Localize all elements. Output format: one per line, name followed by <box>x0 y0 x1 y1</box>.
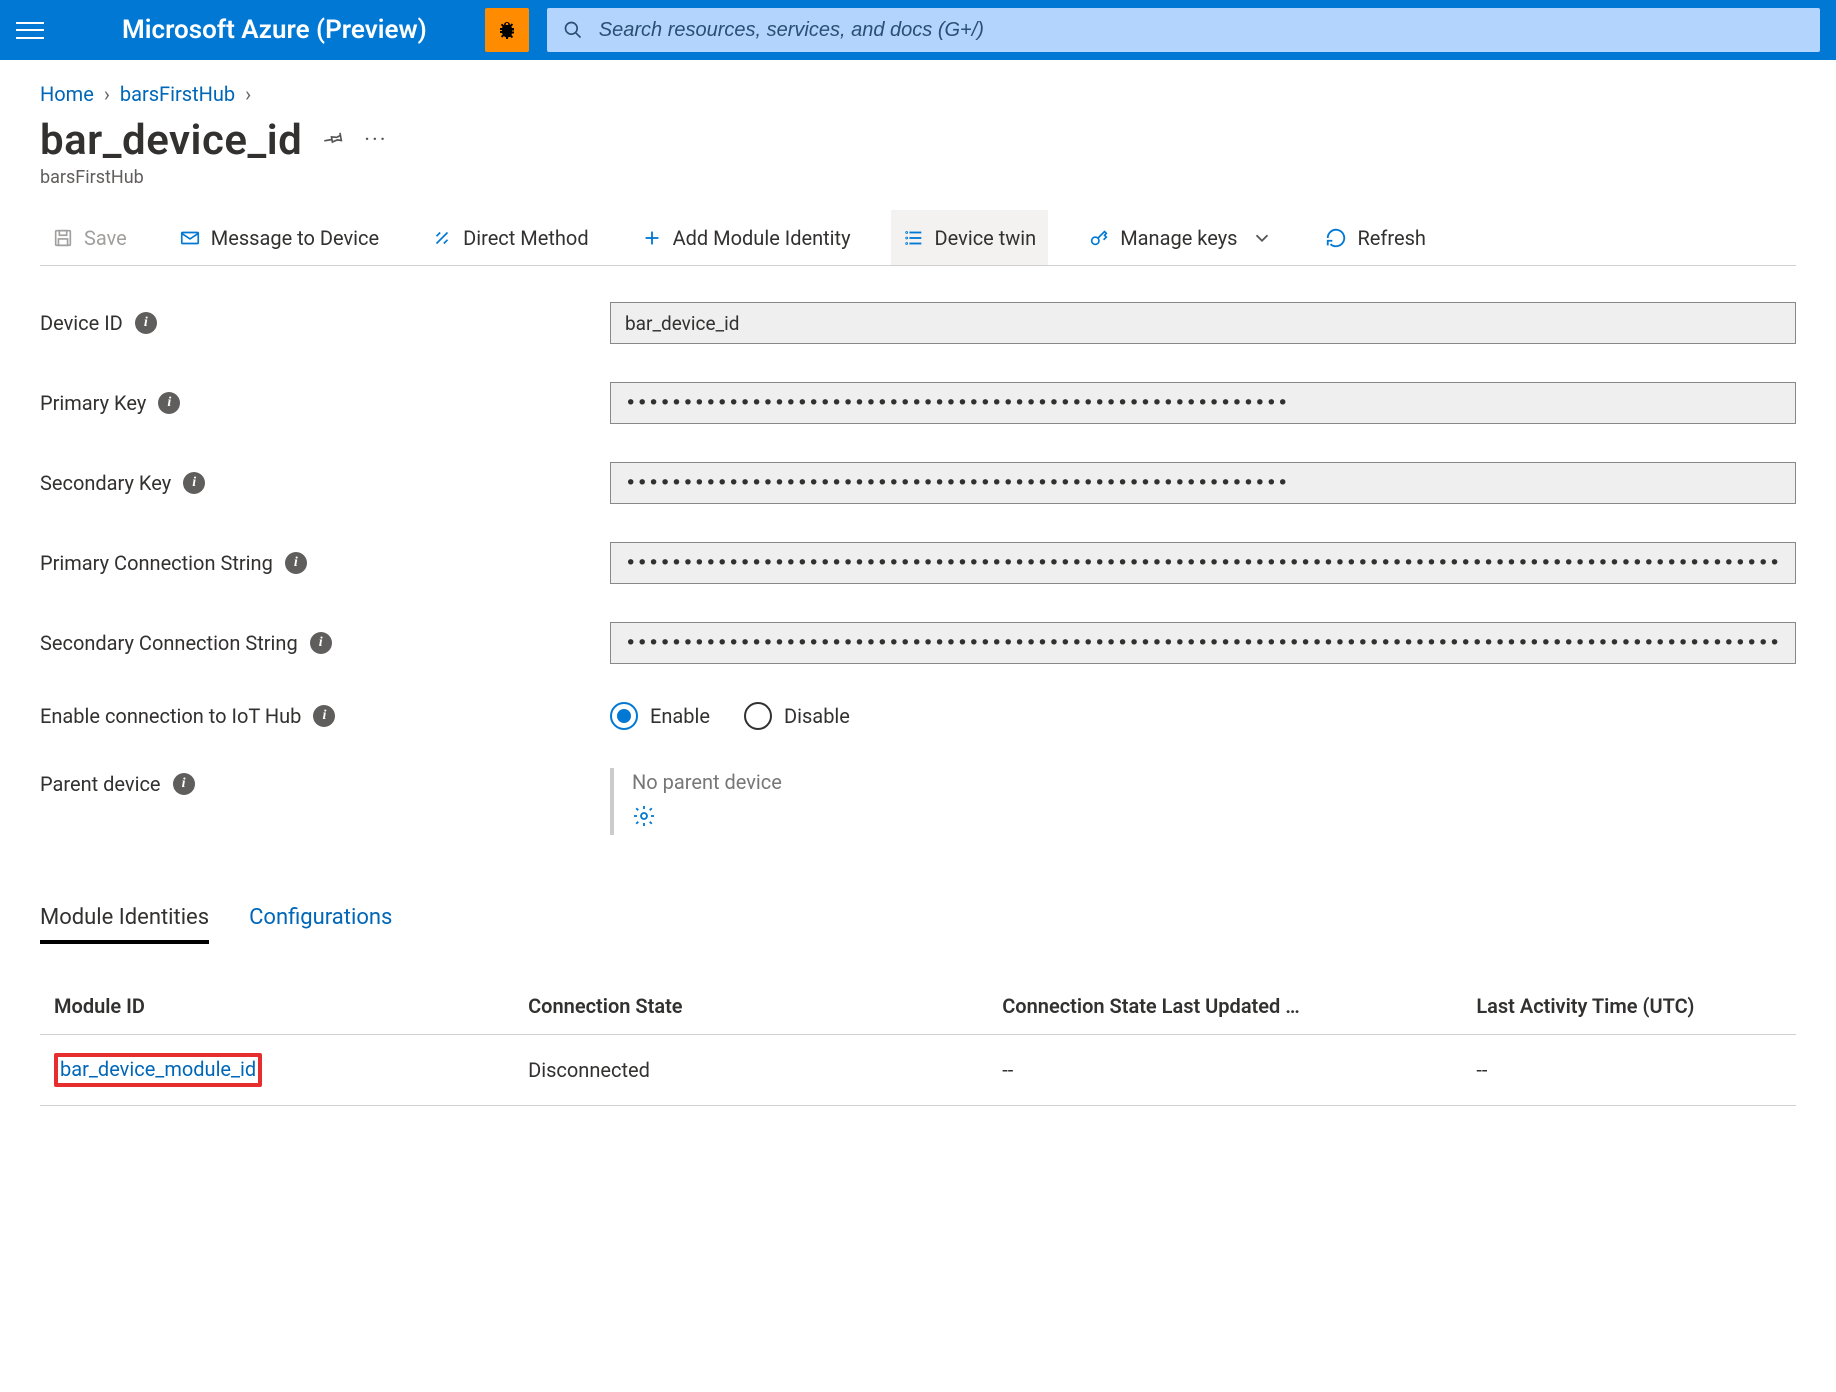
bolt-icon <box>431 227 453 249</box>
manage-keys-label: Manage keys <box>1120 226 1237 250</box>
page-title: bar_device_id <box>40 116 302 165</box>
device-twin-button[interactable]: Device twin <box>891 210 1049 265</box>
radio-checked-icon <box>610 702 638 730</box>
enable-radio[interactable]: Enable <box>610 702 710 730</box>
refresh-button[interactable]: Refresh <box>1313 210 1437 265</box>
message-to-device-button[interactable]: Message to Device <box>167 210 391 265</box>
col-last-activity[interactable]: Last Activity Time (UTC) <box>1462 978 1796 1035</box>
secondary-key-field[interactable] <box>610 462 1796 504</box>
save-label: Save <box>84 226 127 250</box>
info-icon[interactable]: i <box>313 705 335 727</box>
info-icon[interactable]: i <box>183 472 205 494</box>
parent-device-block: No parent device <box>610 768 1796 835</box>
gear-icon[interactable] <box>632 804 1796 833</box>
enable-conn-radio-group: Enable Disable <box>610 702 1796 730</box>
secondary-conn-label: Secondary Connection String <box>40 631 298 655</box>
save-icon <box>52 227 74 249</box>
secondary-key-label: Secondary Key <box>40 471 171 495</box>
info-icon[interactable]: i <box>158 392 180 414</box>
manage-keys-button[interactable]: Manage keys <box>1076 210 1285 265</box>
secondary-conn-field[interactable] <box>610 622 1796 664</box>
primary-key-field[interactable] <box>610 382 1796 424</box>
disable-label: Disable <box>784 704 850 728</box>
parent-device-label: Parent device <box>40 772 161 796</box>
direct-method-button[interactable]: Direct Method <box>419 210 600 265</box>
hamburger-icon[interactable] <box>16 16 44 44</box>
primary-key-label: Primary Key <box>40 391 146 415</box>
mail-icon <box>179 227 201 249</box>
top-bar: Microsoft Azure (Preview) <box>0 0 1836 60</box>
key-icon <box>1088 227 1110 249</box>
disable-radio[interactable]: Disable <box>744 702 850 730</box>
brand-title: Microsoft Azure (Preview) <box>122 15 427 45</box>
device-form: Device ID i Primary Key i Secondary Key … <box>40 302 1796 835</box>
info-icon[interactable]: i <box>285 552 307 574</box>
info-icon[interactable]: i <box>135 312 157 334</box>
save-button: Save <box>40 210 139 265</box>
radio-unchecked-icon <box>744 702 772 730</box>
pin-icon[interactable] <box>322 127 344 154</box>
refresh-label: Refresh <box>1357 226 1425 250</box>
search-icon <box>563 20 583 40</box>
device-id-label: Device ID <box>40 311 123 335</box>
table-header-row: Module ID Connection State Connection St… <box>40 978 1796 1035</box>
tab-configurations[interactable]: Configurations <box>249 905 392 944</box>
add-module-identity-button[interactable]: Add Module Identity <box>629 210 863 265</box>
module-identities-table: Module ID Connection State Connection St… <box>40 978 1796 1106</box>
search-input[interactable] <box>597 18 1804 43</box>
module-id-link[interactable]: bar_device_module_id <box>60 1057 256 1081</box>
cell-last-activity: -- <box>1462 1035 1796 1106</box>
info-icon[interactable]: i <box>310 632 332 654</box>
cell-conn-state: Disconnected <box>514 1035 988 1106</box>
col-conn-updated[interactable]: Connection State Last Updated … <box>988 978 1462 1035</box>
enable-conn-label: Enable connection to IoT Hub <box>40 704 301 728</box>
page-subtitle: barsFirstHub <box>40 167 1796 188</box>
list-icon <box>903 227 925 249</box>
primary-conn-field[interactable] <box>610 542 1796 584</box>
command-bar: Save Message to Device Direct Method Add… <box>40 210 1796 266</box>
bug-icon[interactable] <box>485 8 529 52</box>
enable-label: Enable <box>650 704 710 728</box>
chevron-right-icon: › <box>104 82 110 106</box>
no-parent-text: No parent device <box>632 770 1796 794</box>
primary-conn-label: Primary Connection String <box>40 551 273 575</box>
device-id-field[interactable] <box>610 302 1796 344</box>
table-row[interactable]: bar_device_module_id Disconnected -- -- <box>40 1035 1796 1106</box>
col-module-id[interactable]: Module ID <box>40 978 514 1035</box>
message-label: Message to Device <box>211 226 379 250</box>
more-icon[interactable]: ··· <box>364 128 387 153</box>
info-icon[interactable]: i <box>173 773 195 795</box>
chevron-down-icon <box>1251 227 1273 249</box>
chevron-right-icon: › <box>245 82 251 106</box>
cell-conn-updated: -- <box>988 1035 1462 1106</box>
add-module-label: Add Module Identity <box>673 226 851 250</box>
breadcrumb-hub[interactable]: barsFirstHub <box>120 82 235 106</box>
breadcrumb: Home › barsFirstHub › <box>40 82 1796 106</box>
device-twin-label: Device twin <box>935 226 1037 250</box>
tabs: Module Identities Configurations <box>40 905 1796 944</box>
search-box[interactable] <box>547 8 1820 52</box>
col-conn-state[interactable]: Connection State <box>514 978 988 1035</box>
refresh-icon <box>1325 227 1347 249</box>
plus-icon <box>641 227 663 249</box>
highlight-box: bar_device_module_id <box>54 1053 262 1087</box>
direct-method-label: Direct Method <box>463 226 588 250</box>
breadcrumb-home[interactable]: Home <box>40 82 94 106</box>
tab-module-identities[interactable]: Module Identities <box>40 905 209 944</box>
